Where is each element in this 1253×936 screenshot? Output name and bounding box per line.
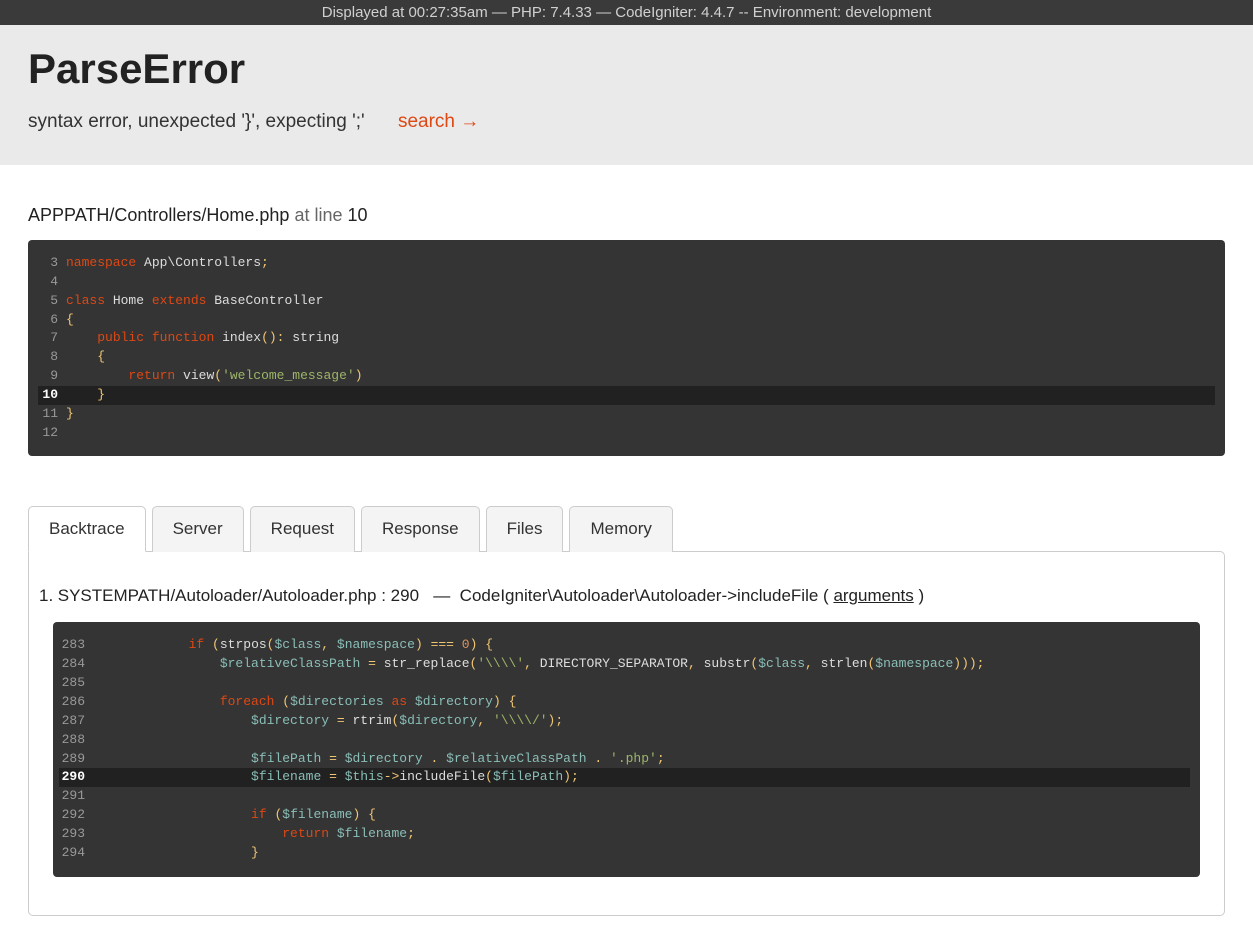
- tab-memory[interactable]: Memory: [569, 506, 672, 552]
- at-line-text: at line: [294, 205, 347, 225]
- highlighted-line: 10 }: [38, 386, 1215, 405]
- tabs-nav: Backtrace Server Request Response Files …: [28, 506, 1225, 552]
- trace-close: ): [919, 586, 925, 605]
- line-number: 10: [348, 205, 368, 225]
- main-container: APPPATH/Controllers/Home.php at line 10 …: [0, 165, 1253, 936]
- tab-request[interactable]: Request: [250, 506, 355, 552]
- error-message: syntax error, unexpected '}', expecting …: [28, 111, 365, 132]
- tab-server[interactable]: Server: [152, 506, 244, 552]
- tab-response[interactable]: Response: [361, 506, 480, 552]
- search-link[interactable]: search →: [398, 111, 479, 132]
- trace-call: CodeIgniter\Autoloader\Autoloader->inclu…: [460, 586, 829, 605]
- search-label: search →: [398, 111, 479, 132]
- file-path-text: APPPATH/Controllers/Home.php: [28, 205, 289, 225]
- highlighted-line-trace: 290 $filename = $this->includeFile($file…: [59, 768, 1190, 787]
- backtrace-code-block: 283 if (strpos($class, $namespace) === 0…: [53, 622, 1200, 876]
- trace-index: 1.: [39, 586, 53, 606]
- trace-file: SYSTEMPATH/Autoloader/Autoloader.php : 2…: [58, 586, 419, 605]
- error-header: ParseError syntax error, unexpected '}',…: [0, 25, 1253, 165]
- arguments-link[interactable]: arguments: [833, 586, 913, 605]
- source-code-block: 3namespace App\Controllers; 4 5class Hom…: [28, 240, 1225, 456]
- tab-files[interactable]: Files: [486, 506, 564, 552]
- backtrace-title: 1. SYSTEMPATH/Autoloader/Autoloader.php …: [39, 586, 1200, 606]
- trace-separator: —: [433, 586, 450, 605]
- status-bar: Displayed at 00:27:35am — PHP: 7.4.33 — …: [0, 0, 1253, 25]
- error-message-row: syntax error, unexpected '}', expecting …: [28, 111, 1225, 133]
- tab-backtrace[interactable]: Backtrace: [28, 506, 146, 552]
- backtrace-item: 1. SYSTEMPATH/Autoloader/Autoloader.php …: [53, 586, 1200, 876]
- status-text: Displayed at 00:27:35am — PHP: 7.4.33 — …: [322, 4, 932, 21]
- tab-content-backtrace: 1. SYSTEMPATH/Autoloader/Autoloader.php …: [28, 551, 1225, 915]
- source-file-path: APPPATH/Controllers/Home.php at line 10: [28, 205, 1225, 226]
- error-title: ParseError: [28, 45, 1225, 93]
